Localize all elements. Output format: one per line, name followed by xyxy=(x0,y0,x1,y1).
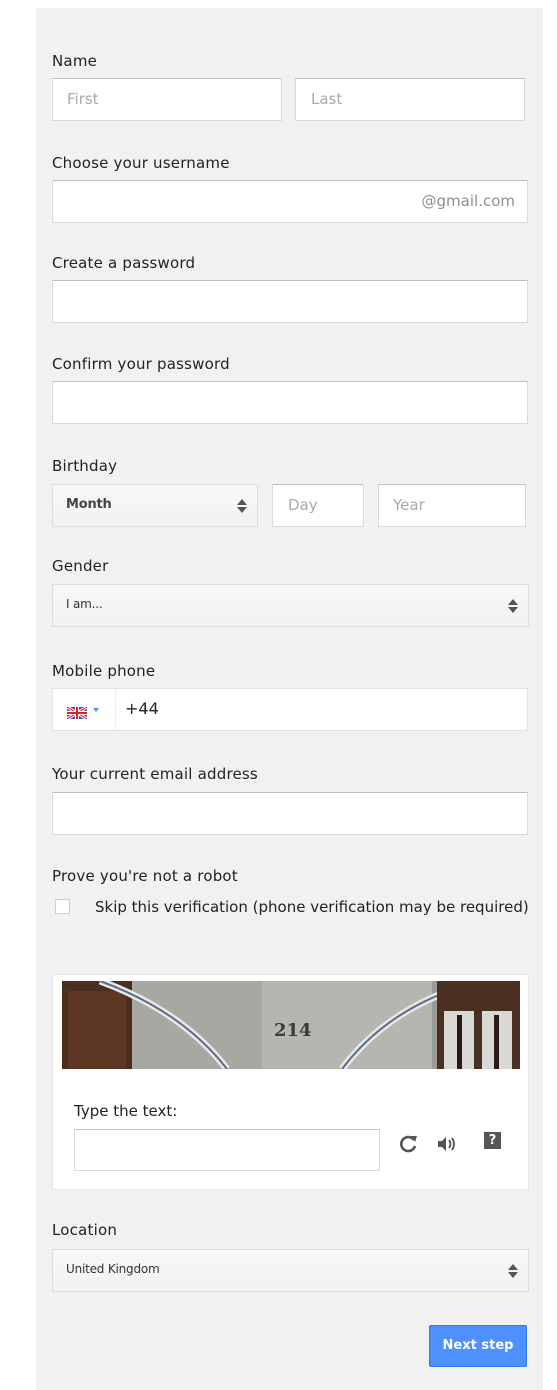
select-arrows-icon xyxy=(237,497,247,515)
birth-month-value: Month xyxy=(66,497,112,512)
type-text-label: Type the text: xyxy=(74,1102,178,1120)
uk-flag-icon xyxy=(66,704,88,721)
country-picker[interactable] xyxy=(53,689,116,730)
password-label: Create a password xyxy=(52,254,196,272)
gender-value: I am... xyxy=(66,597,103,611)
first-name-placeholder: First xyxy=(67,90,99,108)
captcha-text: 214 xyxy=(274,1020,312,1041)
birth-year-input[interactable]: Year xyxy=(378,484,526,527)
select-arrows-icon xyxy=(508,597,518,615)
skip-verification-checkbox[interactable] xyxy=(55,899,70,914)
birthday-label: Birthday xyxy=(52,457,118,475)
refresh-icon[interactable] xyxy=(398,1133,420,1155)
confirm-password-label: Confirm your password xyxy=(52,355,230,373)
captcha-input[interactable] xyxy=(74,1129,380,1171)
username-input[interactable]: @gmail.com xyxy=(52,180,528,223)
birth-day-placeholder: Day xyxy=(288,496,318,514)
birth-month-select[interactable]: Month xyxy=(52,484,258,527)
current-email-input[interactable] xyxy=(52,792,528,835)
birth-year-placeholder: Year xyxy=(393,496,425,514)
location-value: United Kingdom xyxy=(66,1262,160,1276)
help-icon[interactable]: ? xyxy=(484,1132,501,1149)
name-label: Name xyxy=(52,52,98,70)
captcha-image: 214 xyxy=(62,981,520,1069)
confirm-password-input[interactable] xyxy=(52,381,528,424)
gender-select[interactable]: I am... xyxy=(52,584,529,627)
password-input[interactable] xyxy=(52,280,528,323)
gender-label: Gender xyxy=(52,557,109,575)
select-arrows-icon xyxy=(508,1262,518,1280)
first-name-input[interactable]: First xyxy=(52,78,282,121)
audio-icon[interactable] xyxy=(436,1134,460,1154)
location-label: Location xyxy=(52,1221,118,1239)
last-name-placeholder: Last xyxy=(311,90,343,108)
phone-prefix: +44 xyxy=(125,699,159,718)
location-select[interactable]: United Kingdom xyxy=(52,1249,529,1292)
mobile-input[interactable]: +44 xyxy=(52,688,528,731)
robot-label: Prove you're not a robot xyxy=(52,867,238,885)
gmail-suffix: @gmail.com xyxy=(421,192,515,210)
skip-verification-text: Skip this verification (phone verificati… xyxy=(95,898,529,916)
birth-day-input[interactable]: Day xyxy=(272,484,364,527)
current-email-label: Your current email address xyxy=(52,765,258,783)
last-name-input[interactable]: Last xyxy=(295,78,525,121)
username-label: Choose your username xyxy=(52,154,230,172)
mobile-label: Mobile phone xyxy=(52,662,156,680)
chevron-down-icon xyxy=(93,708,99,712)
next-step-button[interactable]: Next step xyxy=(429,1325,527,1367)
